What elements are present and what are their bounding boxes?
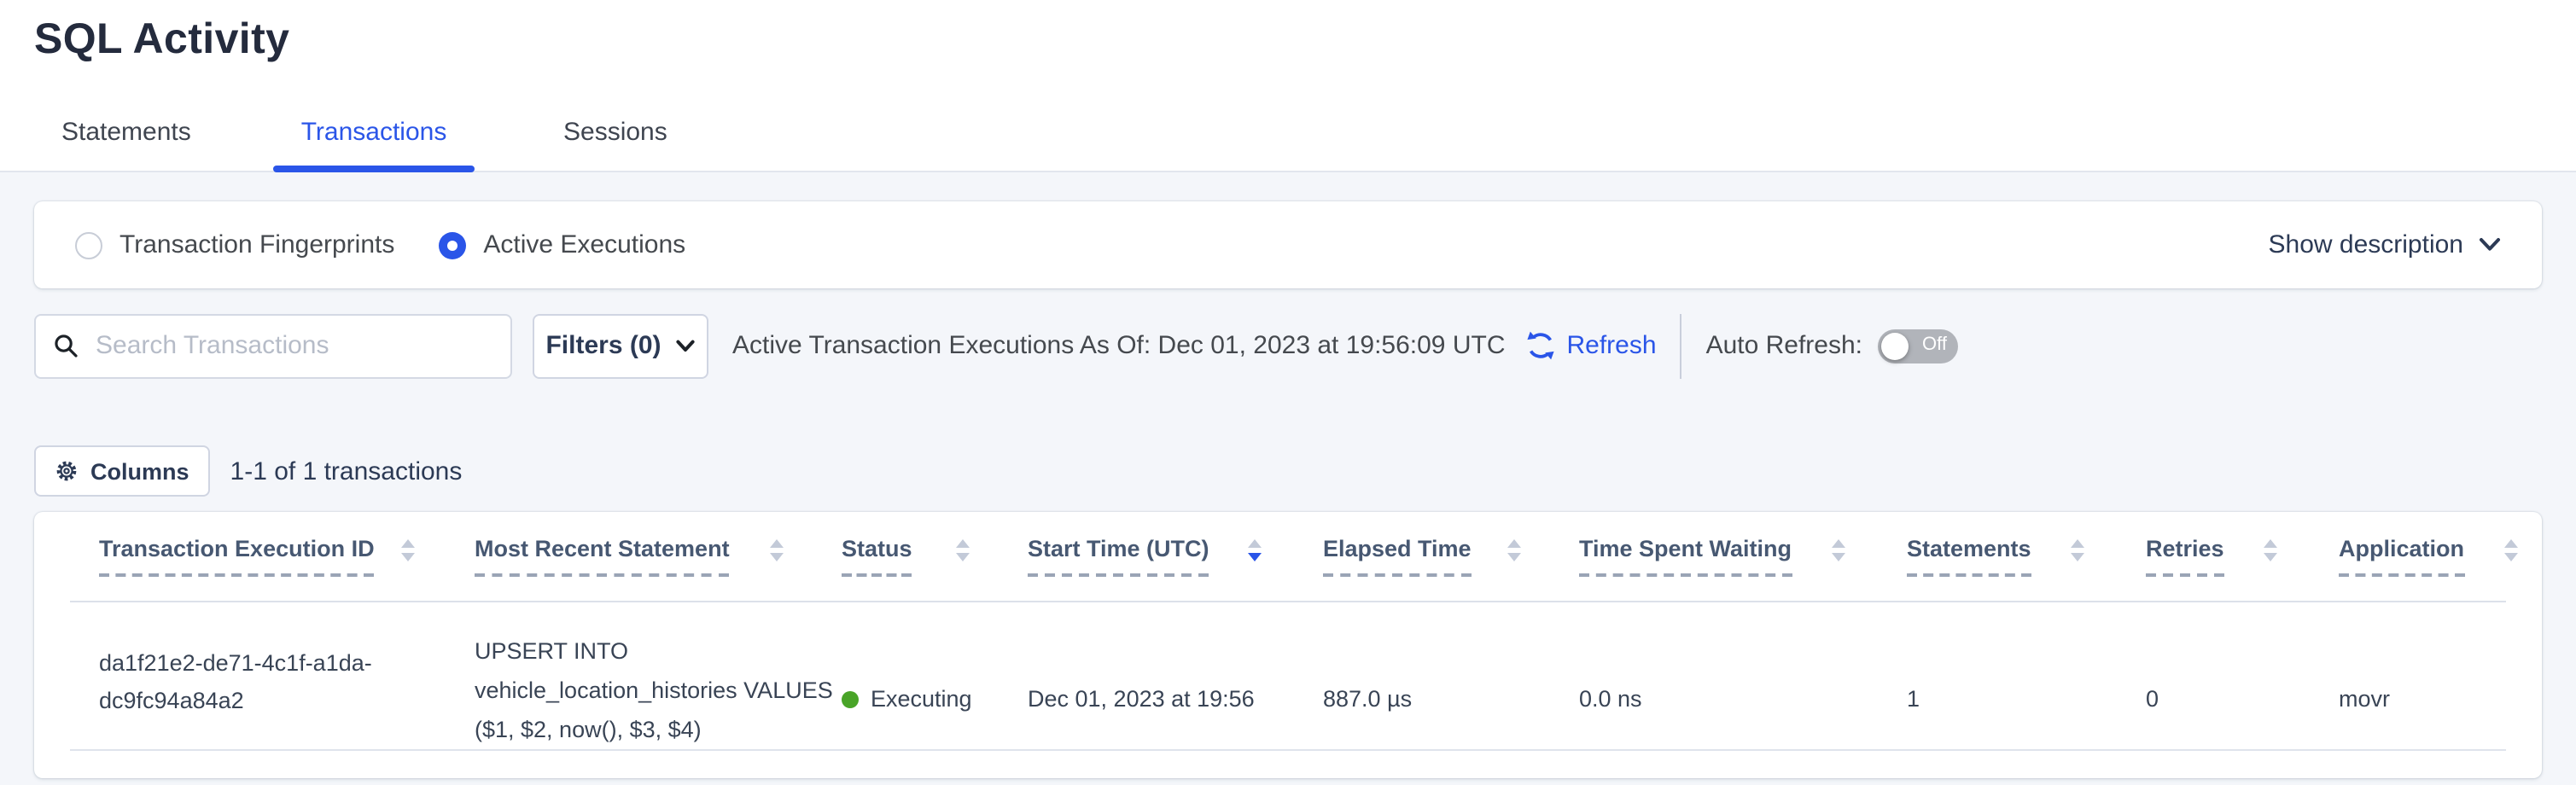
cell-status: Executing: [842, 683, 972, 717]
toggle-state-label: Off: [1922, 334, 1947, 355]
cell-transaction-execution-id[interactable]: da1f21e2-de71-4c1f-a1da-dc9fc94a84a2: [99, 645, 406, 720]
header-divider: [70, 601, 2506, 602]
filters-button[interactable]: Filters (0): [533, 313, 708, 378]
cell-retries: 0: [2146, 683, 2159, 717]
row-divider: [70, 749, 2506, 751]
table-toolbar: Columns 1-1 of 1 transactions: [34, 445, 462, 497]
column-header-application[interactable]: Application: [2339, 536, 2518, 577]
cell-application: movr: [2339, 683, 2390, 717]
column-header-status[interactable]: Status: [842, 536, 970, 577]
tab-sessions[interactable]: Sessions: [563, 118, 667, 147]
radio-active-executions[interactable]: Active Executions: [439, 230, 685, 259]
radio-label: Active Executions: [483, 230, 685, 259]
column-header-transaction-execution-id[interactable]: Transaction Execution ID: [99, 536, 415, 577]
view-mode-card: Transaction Fingerprints Active Executio…: [34, 201, 2542, 288]
column-header-start-time[interactable]: Start Time (UTC): [1028, 536, 1262, 577]
cell-statements: 1: [1907, 683, 1920, 717]
sort-icons: [2071, 539, 2084, 561]
columns-button[interactable]: Columns: [34, 445, 210, 497]
search-icon: [53, 333, 79, 358]
chevron-down-icon: [677, 339, 696, 352]
sort-icons: [2264, 539, 2277, 561]
cell-start-time: Dec 01, 2023 at 19:56: [1028, 683, 1255, 717]
column-header-time-spent-waiting[interactable]: Time Spent Waiting: [1579, 536, 1845, 577]
tab-statements[interactable]: Statements: [61, 118, 191, 147]
radio-label: Transaction Fingerprints: [119, 230, 394, 259]
tab-transactions[interactable]: Transactions: [273, 118, 475, 147]
toggle-knob: [1881, 332, 1909, 359]
auto-refresh-toggle[interactable]: Off: [1878, 329, 1958, 363]
as-of-text: Active Transaction Executions As Of: Dec…: [732, 331, 1506, 360]
page-header: SQL Activity Statements Transactions Ses…: [0, 0, 2576, 172]
search-input[interactable]: [92, 329, 493, 362]
status-label: Executing: [871, 683, 972, 717]
column-header-retries[interactable]: Retries: [2146, 536, 2277, 577]
refresh-button[interactable]: Refresh: [1524, 329, 1657, 362]
active-tab-underline: [273, 166, 475, 172]
cell-most-recent-statement: UPSERT INTO vehicle_location_histories V…: [475, 631, 842, 749]
sort-icons: [1507, 539, 1521, 561]
column-header-most-recent-statement[interactable]: Most Recent Statement: [475, 536, 784, 577]
radio-transaction-fingerprints[interactable]: Transaction Fingerprints: [75, 230, 394, 259]
sort-icons: [2504, 539, 2518, 561]
auto-refresh-label: Auto Refresh:: [1706, 331, 1862, 360]
sort-icons: [770, 539, 784, 561]
controls-row: Filters (0) Active Transaction Execution…: [34, 312, 2542, 379]
status-dot-icon: [842, 691, 859, 708]
columns-button-label: Columns: [90, 458, 189, 484]
cell-time-spent-waiting: 0.0 ns: [1579, 683, 1642, 717]
chevron-down-icon: [2479, 237, 2501, 253]
result-count: 1-1 of 1 transactions: [230, 456, 463, 486]
radio-selected-icon[interactable]: [439, 231, 466, 259]
sort-icons: [401, 539, 415, 561]
transactions-table: Transaction Execution ID Most Recent Sta…: [34, 512, 2542, 778]
refresh-icon: [1524, 329, 1557, 362]
show-description-label: Show description: [2269, 230, 2463, 259]
cell-elapsed-time: 887.0 µs: [1323, 683, 1412, 717]
sql-activity-page: SQL Activity Statements Transactions Ses…: [0, 0, 2576, 785]
gear-icon: [55, 459, 79, 483]
show-description-button[interactable]: Show description: [2269, 230, 2501, 259]
column-header-statements[interactable]: Statements: [1907, 536, 2084, 577]
sort-icons-desc-active: [1248, 539, 1262, 561]
radio-unselected-icon[interactable]: [75, 231, 102, 259]
search-box[interactable]: [34, 313, 512, 378]
vertical-divider: [1681, 313, 1682, 378]
sort-icons: [1832, 539, 1845, 561]
filters-label: Filters (0): [545, 331, 661, 360]
refresh-label: Refresh: [1567, 331, 1657, 360]
page-title: SQL Activity: [34, 15, 289, 65]
column-header-elapsed-time[interactable]: Elapsed Time: [1323, 536, 1521, 577]
sort-icons: [956, 539, 970, 561]
